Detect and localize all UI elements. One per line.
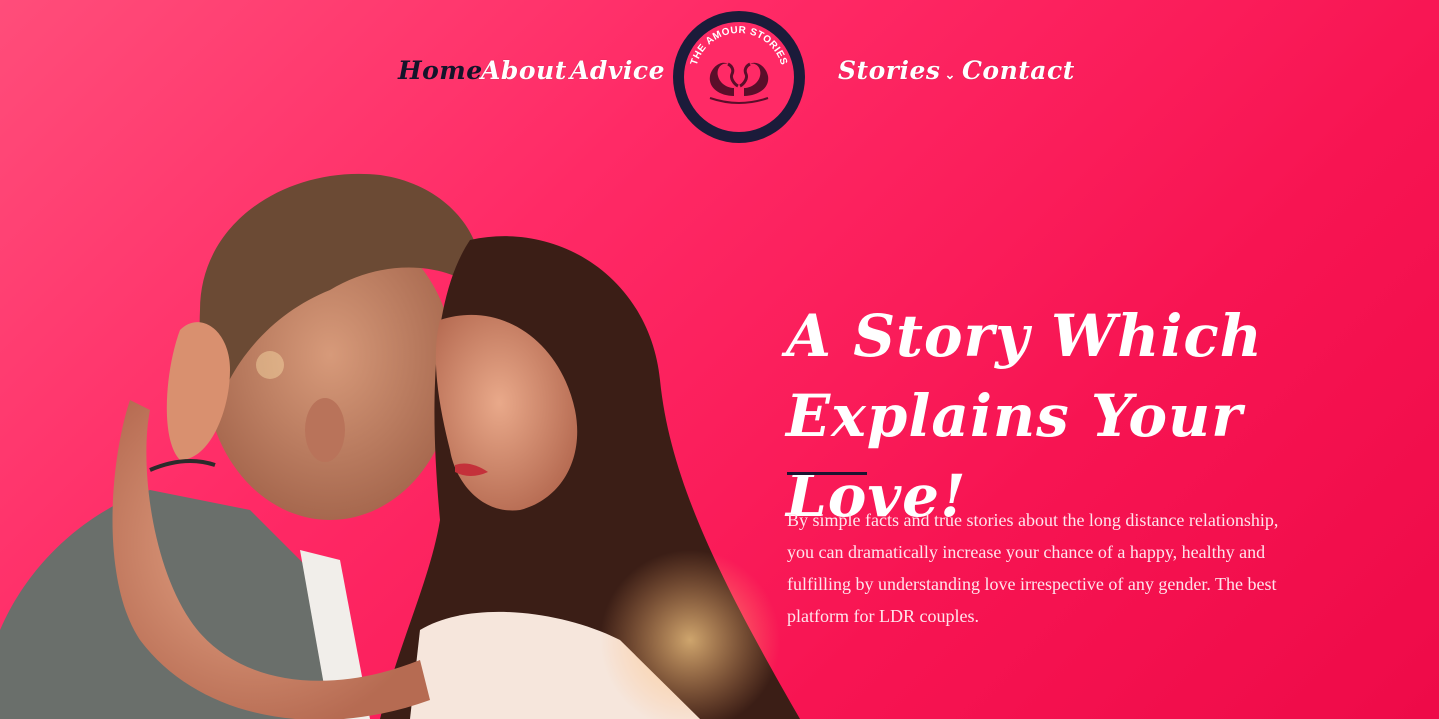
main-navigation: Home About Advice THE AMOUR STORIES Stor…	[0, 0, 1439, 150]
hero-heading: A Story Which Explains Your Love!	[786, 296, 1346, 536]
nav-stories[interactable]: Stories ⌄	[838, 56, 956, 85]
heading-divider	[787, 472, 867, 475]
hero-couple-photo	[0, 160, 820, 719]
site-logo[interactable]: THE AMOUR STORIES	[670, 8, 808, 146]
nav-contact[interactable]: Contact	[962, 56, 1075, 85]
nav-home[interactable]: Home	[398, 56, 483, 85]
two-swans-heart-icon: THE AMOUR STORIES	[673, 11, 805, 143]
nav-stories-label: Stories	[838, 56, 941, 85]
nav-advice[interactable]: Advice	[570, 56, 665, 85]
hero-heading-line-1: A Story Which	[786, 302, 1263, 370]
chevron-down-icon: ⌄	[944, 68, 956, 83]
nav-about[interactable]: About	[481, 56, 567, 85]
hero-description: By simple facts and true stories about t…	[787, 510, 1279, 626]
